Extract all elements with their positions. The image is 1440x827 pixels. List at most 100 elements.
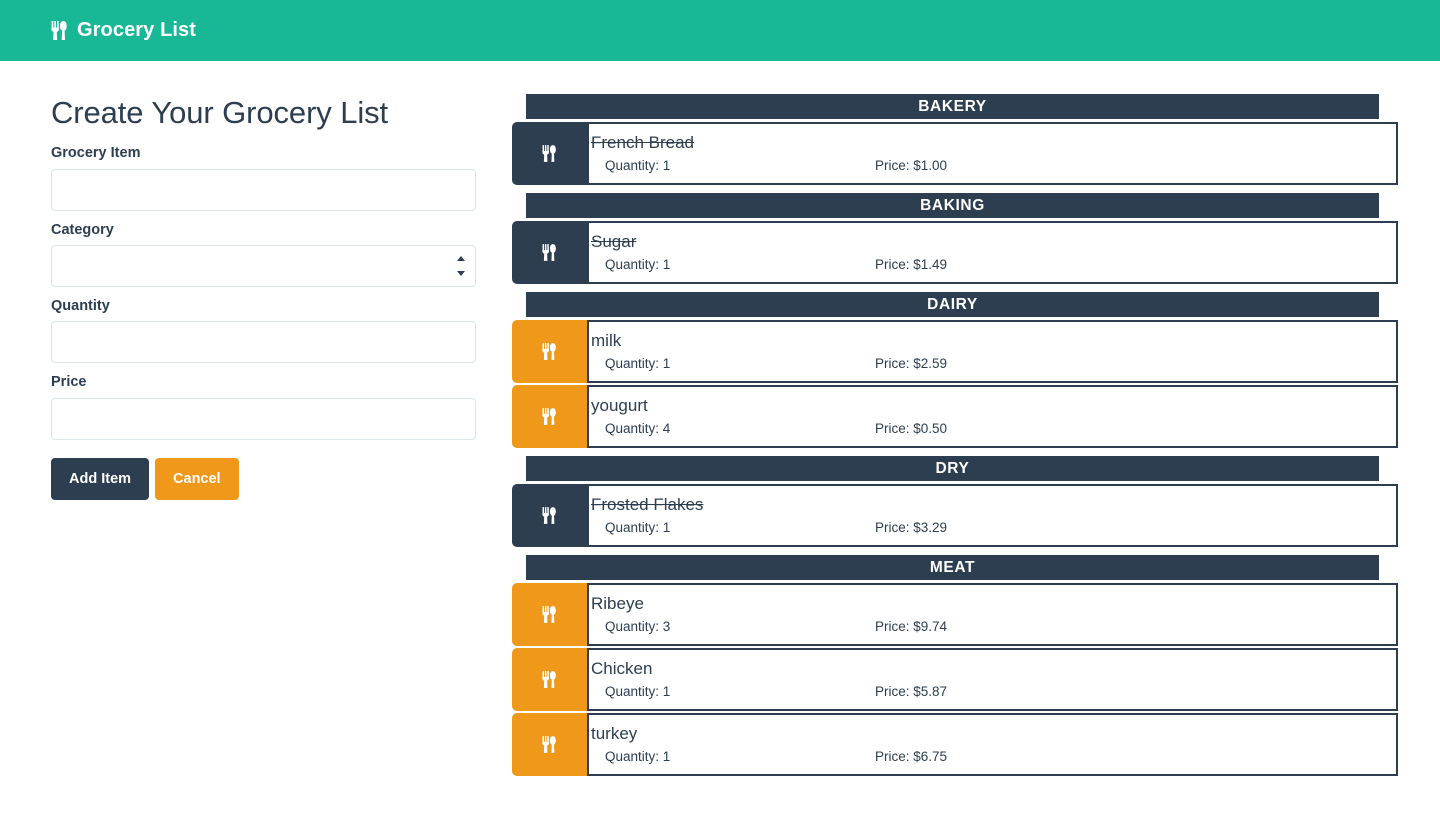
category-items: milk Quantity: 1 Price: $2.59 yougurt Qu… [507,320,1440,448]
grocery-item-price: Price: $2.59 [875,355,948,371]
grocery-item-body: Ribeye Quantity: 3 Price: $9.74 [587,583,1398,646]
grocery-form-panel: Create Your Grocery List Grocery Item Ca… [0,94,505,500]
category-items: Frosted Flakes Quantity: 1 Price: $3.29 [507,484,1440,547]
utensils-icon [51,21,68,40]
grocery-item-name: yougurt [591,396,648,416]
quantity-label: Quantity [51,297,110,314]
price-label: Price [51,374,87,391]
grocery-item-badge[interactable] [512,583,587,646]
grocery-item-body: Chicken Quantity: 1 Price: $5.87 [587,648,1398,711]
grocery-item-row[interactable]: Frosted Flakes Quantity: 1 Price: $3.29 [512,484,1398,547]
grocery-item-name: turkey [591,724,638,744]
grocery-item-meta: Quantity: 1 Price: $2.59 [589,356,1386,371]
grocery-item-meta: Quantity: 3 Price: $9.74 [589,619,1386,634]
utensils-icon [542,408,557,425]
grocery-item-quantity: Quantity: 3 [605,618,671,634]
category-section-header: DRY [526,456,1379,481]
grocery-item-meta: Quantity: 1 Price: $6.75 [589,749,1386,764]
field-quantity: Quantity [51,297,505,364]
grocery-item-name: Frosted Flakes [591,495,704,515]
grocery-item-row[interactable]: milk Quantity: 1 Price: $2.59 [512,320,1398,383]
grocery-item-quantity: Quantity: 1 [605,157,671,173]
category-items: Ribeye Quantity: 3 Price: $9.74 Chicken [507,583,1440,776]
field-grocery-item: Grocery Item [51,145,505,211]
grocery-item-meta: Quantity: 1 Price: $3.29 [589,520,1386,535]
grocery-item-badge[interactable] [512,320,587,383]
grocery-item-body: Frosted Flakes Quantity: 1 Price: $3.29 [587,484,1398,547]
category-section-header: DAIRY [526,292,1379,317]
grocery-item-name: Chicken [591,659,653,679]
grocery-item-row[interactable]: yougurt Quantity: 4 Price: $0.50 [512,385,1398,448]
utensils-icon [542,244,557,261]
category-section-header: BAKERY [526,94,1379,119]
grocery-list-panel: BAKERY French Bread Quantity: 1 Price: $… [505,94,1440,784]
form-actions: Add Item Cancel [51,457,505,500]
quantity-input[interactable] [51,321,476,364]
price-input[interactable] [51,397,476,440]
add-item-button[interactable]: Add Item [51,457,150,500]
grocery-item-name: milk [591,331,622,351]
grocery-item-row[interactable]: Chicken Quantity: 1 Price: $5.87 [512,648,1398,711]
grocery-item-quantity: Quantity: 1 [605,355,671,371]
utensils-icon [542,671,557,688]
grocery-item-input[interactable] [51,168,476,211]
brand-label: Grocery List [77,19,197,41]
field-category: Category [51,222,505,287]
page-body: Create Your Grocery List Grocery Item Ca… [0,61,1440,784]
category-select-wrap [51,244,476,287]
grocery-item-name: Sugar [591,232,637,252]
category-section-dry: DRY Frosted Flakes Quantity: 1 Price: $3… [507,456,1440,547]
grocery-item-price: Price: $6.75 [875,748,948,764]
utensils-icon [542,145,557,162]
grocery-item-quantity: Quantity: 1 [605,683,671,699]
grocery-item-row[interactable]: Sugar Quantity: 1 Price: $1.49 [512,221,1398,284]
grocery-item-quantity: Quantity: 4 [605,420,671,436]
category-section-header: BAKING [526,193,1379,218]
grocery-item-body: turkey Quantity: 1 Price: $6.75 [587,713,1398,776]
field-price: Price [51,374,505,440]
grocery-item-badge[interactable] [512,484,587,547]
utensils-icon [542,343,557,360]
grocery-item-price: Price: $3.29 [875,519,948,535]
utensils-icon [542,736,557,753]
category-select[interactable] [51,244,476,287]
grocery-item-badge[interactable] [512,648,587,711]
category-section-dairy: DAIRY milk Quantity: 1 Price: $2.59 youg… [507,292,1440,448]
grocery-item-badge[interactable] [512,385,587,448]
grocery-item-quantity: Quantity: 1 [605,519,671,535]
grocery-item-price: Price: $5.87 [875,683,948,699]
category-section-baking: BAKING Sugar Quantity: 1 Price: $1.49 [507,193,1440,284]
category-label: Category [51,221,114,238]
grocery-item-price: Price: $0.50 [875,420,948,436]
page-title: Create Your Grocery List [51,95,389,130]
utensils-icon [542,606,557,623]
category-section-bakery: BAKERY French Bread Quantity: 1 Price: $… [507,94,1440,185]
top-navbar: Grocery List [0,0,1440,61]
grocery-item-badge[interactable] [512,713,587,776]
grocery-item-meta: Quantity: 1 Price: $1.00 [589,158,1386,173]
grocery-item-price: Price: $1.49 [875,256,948,272]
grocery-item-row[interactable]: French Bread Quantity: 1 Price: $1.00 [512,122,1398,185]
grocery-item-body: French Bread Quantity: 1 Price: $1.00 [587,122,1398,185]
grocery-item-body: milk Quantity: 1 Price: $2.59 [587,320,1398,383]
category-section-meat: MEAT Ribeye Quantity: 3 Price: $9.74 Chi… [507,555,1440,776]
grocery-item-body: yougurt Quantity: 4 Price: $0.50 [587,385,1398,448]
grocery-item-name: French Bread [591,133,694,153]
grocery-item-meta: Quantity: 1 Price: $5.87 [589,684,1386,699]
grocery-item-row[interactable]: turkey Quantity: 1 Price: $6.75 [512,713,1398,776]
category-items: French Bread Quantity: 1 Price: $1.00 [507,122,1440,185]
grocery-item-row[interactable]: Ribeye Quantity: 3 Price: $9.74 [512,583,1398,646]
grocery-item-badge[interactable] [512,122,587,185]
category-section-header: MEAT [526,555,1379,580]
grocery-item-name: Ribeye [591,594,644,614]
cancel-button[interactable]: Cancel [155,457,239,500]
grocery-item-body: Sugar Quantity: 1 Price: $1.49 [587,221,1398,284]
utensils-icon [542,507,557,524]
brand[interactable]: Grocery List [51,19,196,42]
grocery-item-price: Price: $1.00 [875,157,948,173]
grocery-item-quantity: Quantity: 1 [605,748,671,764]
grocery-item-price: Price: $9.74 [875,618,948,634]
category-items: Sugar Quantity: 1 Price: $1.49 [507,221,1440,284]
grocery-item-badge[interactable] [512,221,587,284]
grocery-item-meta: Quantity: 4 Price: $0.50 [589,421,1386,436]
